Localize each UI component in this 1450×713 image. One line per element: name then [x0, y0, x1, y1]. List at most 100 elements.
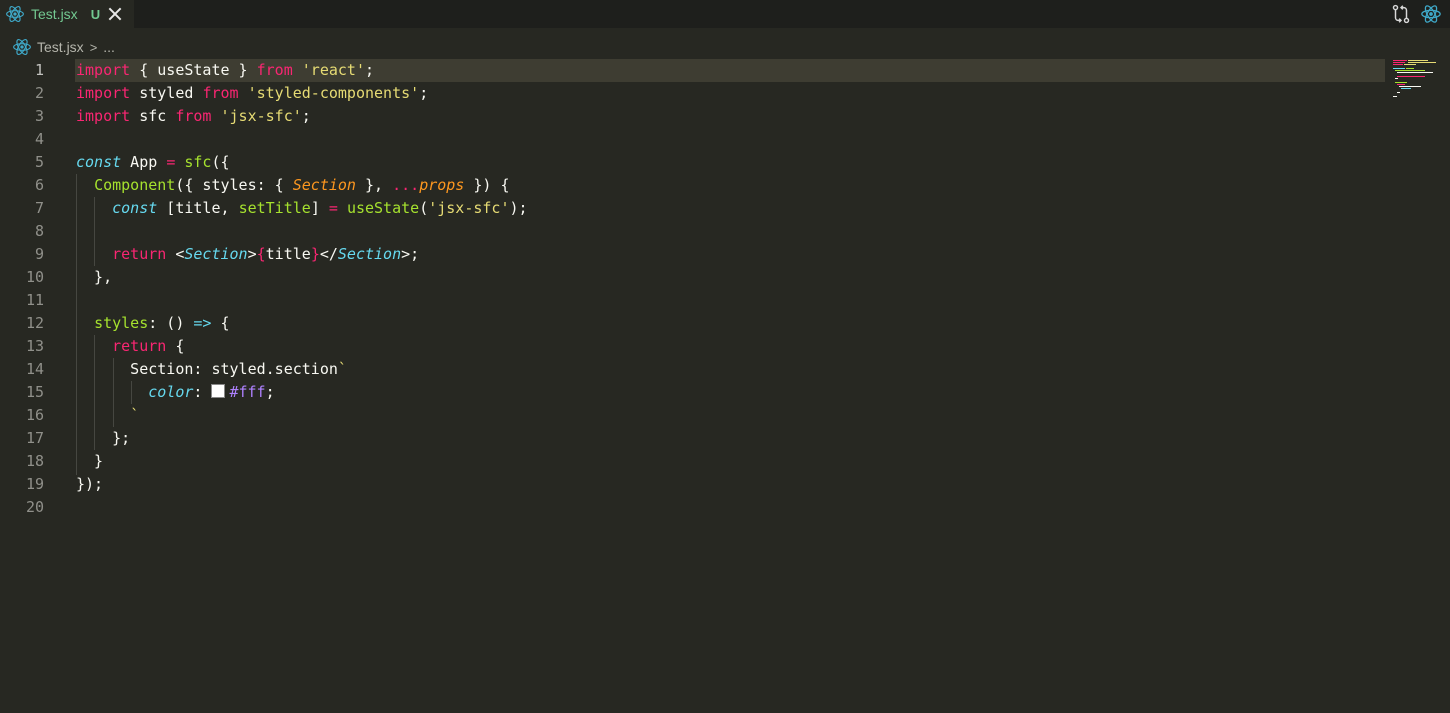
line-number: 12	[25, 314, 44, 332]
code-line[interactable]: 3 import sfc from 'jsx-sfc';	[0, 105, 1380, 128]
code-line[interactable]: 19});	[0, 473, 1380, 496]
code-line[interactable]: 12 styles: () => {	[0, 312, 1380, 335]
code-line[interactable]: 13 return {	[0, 335, 1380, 358]
indent-guide	[131, 381, 132, 404]
line-number: 19	[25, 475, 44, 493]
line-number: 20	[25, 498, 44, 516]
breadcrumb: Test.jsx > ...	[0, 36, 115, 58]
line-number: 4	[34, 130, 44, 148]
line-number: 11	[25, 291, 44, 309]
code-token: import	[76, 61, 131, 79]
line-number: 7	[34, 199, 44, 217]
code-line[interactable]: 14 Section: styled.section`	[0, 358, 1380, 381]
code-token: ({ styles: {	[175, 176, 293, 194]
indent-guide	[76, 174, 77, 475]
code-text: styles: () => {	[76, 312, 230, 335]
editor-tab[interactable]: Test.jsx U	[0, 0, 134, 28]
react-icon	[6, 6, 24, 22]
code-token: Section	[337, 245, 402, 263]
git-compare-icon[interactable]	[1390, 3, 1412, 25]
code-text: import sfc from 'jsx-sfc';	[76, 105, 311, 128]
code-line[interactable]: 16 `	[0, 404, 1380, 427]
code-line[interactable]: 1 import { useState } from 'react';	[0, 59, 1380, 82]
line-number: 6	[34, 176, 44, 194]
code-editor[interactable]: 1 import { useState } from 'react'; 2 impor…	[0, 59, 1450, 713]
code-token: from	[256, 61, 293, 79]
line-number: 17	[25, 429, 44, 447]
code-token: =	[166, 153, 176, 171]
code-token: =>	[193, 314, 212, 332]
code-token: :	[193, 383, 212, 401]
code-line[interactable]: 7 const [title, setTitle] = useState('js…	[0, 197, 1380, 220]
code-token: 'jsx-sfc'	[220, 107, 302, 125]
indent-guide	[113, 358, 114, 427]
close-icon[interactable]	[108, 7, 122, 21]
code-token: );	[509, 199, 528, 217]
code-line[interactable]: 18 }	[0, 450, 1380, 473]
code-token: `	[130, 406, 140, 424]
code-text: Component({ styles: { Section }, ...prop…	[76, 174, 509, 197]
line-number: 9	[34, 245, 44, 263]
code-token: title	[265, 245, 311, 263]
code-text: const [title, setTitle] = useState('jsx-…	[76, 197, 528, 220]
breadcrumb-more[interactable]: ...	[103, 39, 115, 55]
code-line[interactable]: 17 };	[0, 427, 1380, 450]
code-token: };	[76, 429, 131, 447]
code-token: ;	[365, 61, 375, 79]
code-token: styled	[130, 84, 203, 102]
editor-actions	[1390, 0, 1450, 28]
code-token: ;	[301, 107, 311, 125]
code-line[interactable]: 6 Component({ styles: { Section }, ...pr…	[0, 174, 1380, 197]
breadcrumb-file[interactable]: Test.jsx	[37, 39, 84, 55]
code-token: >	[247, 245, 257, 263]
code-token: { useState }	[130, 61, 257, 79]
code-token: from	[202, 84, 239, 102]
code-line[interactable]: 10 },	[0, 266, 1380, 289]
code-token: styles	[94, 314, 149, 332]
code-token: Section: styled.section	[76, 360, 338, 378]
code-token: App	[121, 153, 167, 171]
code-token: Section	[184, 245, 248, 263]
code-line[interactable]: 2 import styled from 'styled-components';	[0, 82, 1380, 105]
code-token: ;	[419, 84, 429, 102]
code-token: [title,	[157, 199, 239, 217]
line-number: 8	[34, 222, 44, 240]
line-number: 14	[25, 360, 44, 378]
react-icon[interactable]	[1420, 3, 1442, 25]
code-token: props	[419, 176, 465, 194]
code-token: ]	[310, 199, 329, 217]
line-number: 5	[34, 153, 44, 171]
chevron-right-icon: >	[89, 39, 98, 55]
code-token: from	[175, 107, 212, 125]
code-token: {	[211, 314, 230, 332]
code-token: ({	[211, 153, 230, 171]
minimap[interactable]	[1390, 59, 1450, 99]
code-text: return {	[76, 335, 184, 358]
code-line[interactable]: 20	[0, 496, 1380, 519]
code-text: }	[76, 450, 103, 473]
code-text: return <Section>{title}</Section>;	[76, 243, 419, 266]
code-token: >;	[401, 245, 420, 263]
code-token: </	[319, 245, 338, 263]
code-line[interactable]: 15 color: #fff;	[0, 381, 1380, 404]
code-line[interactable]: 4	[0, 128, 1380, 151]
code-line[interactable]: 8	[0, 220, 1380, 243]
color-swatch-icon[interactable]	[211, 384, 226, 398]
code-line[interactable]: 11	[0, 289, 1380, 312]
code-token: }	[76, 452, 104, 470]
code-text: });	[76, 473, 103, 496]
code-line[interactable]: 9 return <Section>{title}</Section>;	[0, 243, 1380, 266]
code-token: const	[76, 153, 122, 171]
code-line[interactable]: 5 const App = sfc({	[0, 151, 1380, 174]
code-token: 'styled-components'	[247, 84, 420, 102]
code-text: import styled from 'styled-components';	[76, 82, 428, 105]
code-token: const	[112, 199, 158, 217]
tab-title: Test.jsx	[31, 6, 78, 22]
code-text: color: #fff;	[76, 381, 274, 404]
